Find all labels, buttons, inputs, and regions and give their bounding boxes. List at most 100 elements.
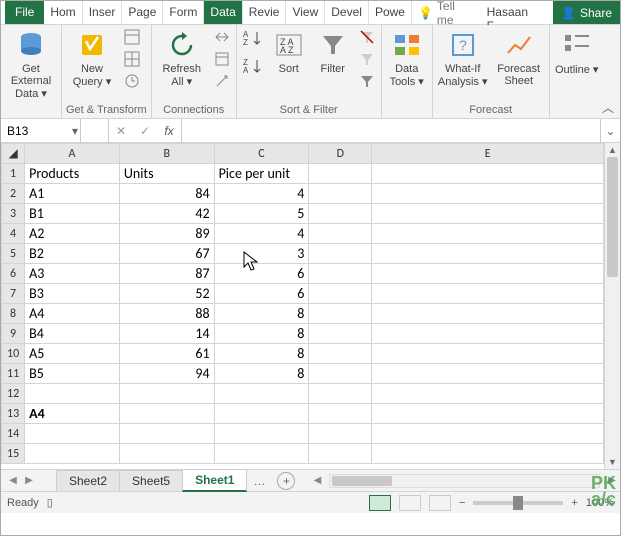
cancel-formula-button[interactable]: ✕ xyxy=(109,119,133,142)
zoom-out-button[interactable]: − xyxy=(459,497,465,509)
tab-review[interactable]: Revie xyxy=(243,1,287,24)
new-query-button[interactable]: New Query ▾ xyxy=(66,27,118,88)
cell[interactable] xyxy=(372,224,604,244)
cell[interactable]: A3 xyxy=(25,264,120,284)
cell[interactable] xyxy=(214,424,309,444)
cell[interactable] xyxy=(309,344,372,364)
cell[interactable]: 3 xyxy=(214,244,309,264)
cell[interactable]: 42 xyxy=(119,204,214,224)
row-header[interactable]: 1 xyxy=(2,164,25,184)
cell[interactable]: 8 xyxy=(214,324,309,344)
collapse-ribbon-button[interactable]: ︿ xyxy=(602,99,614,116)
cell[interactable]: 4 xyxy=(214,184,309,204)
view-page-layout-button[interactable] xyxy=(399,495,421,511)
column-header[interactable]: C xyxy=(214,144,309,164)
formula-input[interactable] xyxy=(181,119,600,142)
row-header[interactable]: 3 xyxy=(2,204,25,224)
cell[interactable]: 5 xyxy=(214,204,309,224)
recent-sources-button[interactable] xyxy=(122,71,142,91)
tab-file[interactable]: File xyxy=(5,1,44,24)
cell[interactable]: A4 xyxy=(25,304,120,324)
cell[interactable]: 52 xyxy=(119,284,214,304)
cell[interactable]: Units xyxy=(119,164,214,184)
cell[interactable] xyxy=(309,424,372,444)
cell[interactable]: 94 xyxy=(119,364,214,384)
chevron-down-icon[interactable]: ▾ xyxy=(72,124,78,138)
cell[interactable] xyxy=(372,184,604,204)
cell[interactable] xyxy=(309,444,372,464)
cell[interactable]: B2 xyxy=(25,244,120,264)
user-name[interactable]: Hasaan F... xyxy=(481,1,553,24)
cell[interactable]: 8 xyxy=(214,344,309,364)
edit-links-button[interactable] xyxy=(212,71,232,91)
enter-formula-button[interactable]: ✓ xyxy=(133,119,157,142)
cell[interactable]: 89 xyxy=(119,224,214,244)
cell[interactable] xyxy=(214,384,309,404)
view-normal-button[interactable] xyxy=(369,495,391,511)
cell[interactable] xyxy=(372,284,604,304)
cell[interactable]: B5 xyxy=(25,364,120,384)
column-header[interactable]: E xyxy=(372,144,604,164)
cell[interactable] xyxy=(25,444,120,464)
cell[interactable]: B3 xyxy=(25,284,120,304)
cell[interactable] xyxy=(309,324,372,344)
cell[interactable] xyxy=(309,304,372,324)
tab-home[interactable]: Hom xyxy=(44,1,82,24)
sheet-nav-prev[interactable]: ◀ xyxy=(5,475,21,486)
insert-function-button[interactable]: fx xyxy=(157,119,181,142)
horizontal-scrollbar[interactable] xyxy=(329,474,600,488)
cell[interactable] xyxy=(372,264,604,284)
tab-view[interactable]: View xyxy=(286,1,325,24)
cell[interactable] xyxy=(372,164,604,184)
cell[interactable] xyxy=(119,404,214,424)
data-tools-button[interactable]: Data Tools ▾ xyxy=(386,27,428,88)
cell[interactable] xyxy=(372,244,604,264)
hscroll-thumb[interactable] xyxy=(332,476,392,486)
row-header[interactable]: 14 xyxy=(2,424,25,444)
sheet-tabs-more[interactable]: … xyxy=(247,474,271,488)
what-if-analysis-button[interactable]: ? What-If Analysis ▾ xyxy=(437,27,489,88)
cell[interactable] xyxy=(372,384,604,404)
connections-button[interactable] xyxy=(212,27,232,47)
tab-formulas[interactable]: Form xyxy=(163,1,204,24)
tab-insert[interactable]: Inser xyxy=(83,1,123,24)
vertical-scrollbar[interactable]: ▲ ▼ xyxy=(604,143,620,469)
sheet-tab-sheet2[interactable]: Sheet2 xyxy=(56,470,120,491)
column-header[interactable]: A xyxy=(25,144,120,164)
cell[interactable] xyxy=(25,384,120,404)
cell[interactable] xyxy=(309,224,372,244)
row-header[interactable]: 11 xyxy=(2,364,25,384)
new-sheet-button[interactable]: + xyxy=(277,472,295,490)
sort-ascending-button[interactable]: AZ xyxy=(241,27,265,51)
show-queries-button[interactable] xyxy=(122,27,142,47)
name-box[interactable]: B13 ▾ xyxy=(1,119,81,142)
cell[interactable] xyxy=(309,384,372,404)
zoom-level[interactable]: 100% xyxy=(586,497,614,509)
outline-button[interactable]: Outline ▾ xyxy=(554,27,600,76)
cell[interactable] xyxy=(372,444,604,464)
cell[interactable] xyxy=(309,244,372,264)
cell[interactable]: 4 xyxy=(214,224,309,244)
cell[interactable]: 8 xyxy=(214,364,309,384)
advanced-filter-button[interactable] xyxy=(357,71,377,91)
cell[interactable]: 84 xyxy=(119,184,214,204)
column-header[interactable]: D xyxy=(309,144,372,164)
properties-button[interactable] xyxy=(212,49,232,69)
cell[interactable] xyxy=(309,164,372,184)
tell-me[interactable]: 💡 Tell me xyxy=(412,1,481,24)
filter-button[interactable]: Filter xyxy=(313,27,353,75)
row-header[interactable]: 15 xyxy=(2,444,25,464)
cell[interactable]: A5 xyxy=(25,344,120,364)
tab-page-layout[interactable]: Page xyxy=(122,1,163,24)
cell[interactable]: Pice per unit xyxy=(214,164,309,184)
cell[interactable] xyxy=(372,324,604,344)
cell[interactable] xyxy=(309,364,372,384)
cell[interactable]: Products xyxy=(25,164,120,184)
cell[interactable] xyxy=(372,344,604,364)
cell[interactable] xyxy=(309,204,372,224)
cell[interactable]: 88 xyxy=(119,304,214,324)
zoom-slider[interactable] xyxy=(473,501,563,505)
cell[interactable] xyxy=(25,424,120,444)
row-header[interactable]: 2 xyxy=(2,184,25,204)
macro-record-icon[interactable]: ▯ xyxy=(47,496,53,509)
